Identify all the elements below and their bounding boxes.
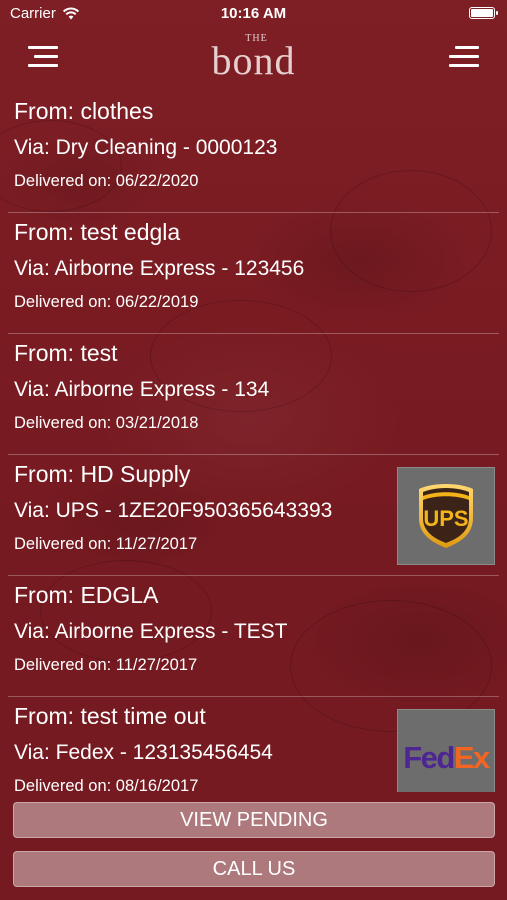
status-time: 10:16 AM — [220, 5, 287, 22]
ups-logo: UPS — [397, 467, 495, 565]
delivery-via: Via: Airborne Express - 134 — [14, 378, 270, 401]
fedex-ex: Ex — [453, 740, 490, 775]
delivery-item[interactable]: From: HD Supply Via: UPS - 1ZE20F9503656… — [8, 455, 499, 576]
fedex-logo: FedEx — [397, 709, 495, 792]
ups-shield-icon: UPS — [419, 484, 473, 548]
delivery-date: Delivered on: 11/27/2017 — [14, 535, 198, 553]
menu-line — [455, 46, 479, 49]
view-pending-button[interactable]: VIEW PENDING — [13, 802, 495, 838]
app-logo: THE bond — [0, 34, 507, 83]
delivery-date: Delivered on: 06/22/2020 — [14, 172, 199, 190]
delivery-from: From: test edgla — [14, 219, 181, 245]
delivery-from: From: HD Supply — [14, 461, 191, 487]
menu-line — [449, 64, 479, 67]
delivery-item[interactable]: From: test Via: Airborne Express - 134 D… — [8, 334, 499, 455]
delivery-from: From: test time out — [14, 703, 206, 729]
battery-icon — [469, 7, 498, 19]
delivery-item[interactable]: From: EDGLA Via: Airborne Express - TEST… — [8, 576, 499, 697]
deliveries-list[interactable]: From: clothes Via: Dry Cleaning - 000012… — [0, 92, 507, 792]
delivery-via: Via: Airborne Express - TEST — [14, 620, 288, 643]
fedex-fe: Fed — [403, 740, 455, 775]
delivery-item[interactable]: From: clothes Via: Dry Cleaning - 000012… — [8, 92, 499, 213]
status-bar: Carrier 10:16 AM — [0, 0, 507, 28]
call-us-button[interactable]: CALL US — [13, 851, 495, 887]
delivery-from: From: clothes — [14, 98, 154, 124]
battery-level — [471, 9, 493, 17]
delivery-date: Delivered on: 03/21/2018 — [14, 414, 199, 432]
delivery-from: From: EDGLA — [14, 582, 159, 608]
logo-main-text: bond — [211, 38, 296, 83]
delivery-from: From: test — [14, 340, 118, 366]
delivery-date: Delivered on: 08/16/2017 — [14, 777, 199, 792]
menu-line — [449, 55, 479, 58]
delivery-date: Delivered on: 11/27/2017 — [14, 656, 198, 674]
delivery-via: Via: Airborne Express - 123456 — [14, 257, 305, 280]
delivery-via: Via: Dry Cleaning - 0000123 — [14, 136, 278, 159]
delivery-via: Via: Fedex - 123135456454 — [14, 741, 273, 764]
delivery-via: Via: UPS - 1ZE20F950365643393 — [14, 499, 333, 522]
right-menu-button[interactable] — [449, 44, 479, 68]
fedex-wordmark: FedEx — [403, 740, 490, 776]
nav-bar: THE bond — [0, 28, 507, 88]
delivery-item[interactable]: From: test edgla Via: Airborne Express -… — [8, 213, 499, 334]
delivery-item[interactable]: From: test time out Via: Fedex - 1231354… — [8, 697, 499, 792]
ups-text: UPS — [423, 506, 468, 531]
delivery-date: Delivered on: 06/22/2019 — [14, 293, 199, 311]
